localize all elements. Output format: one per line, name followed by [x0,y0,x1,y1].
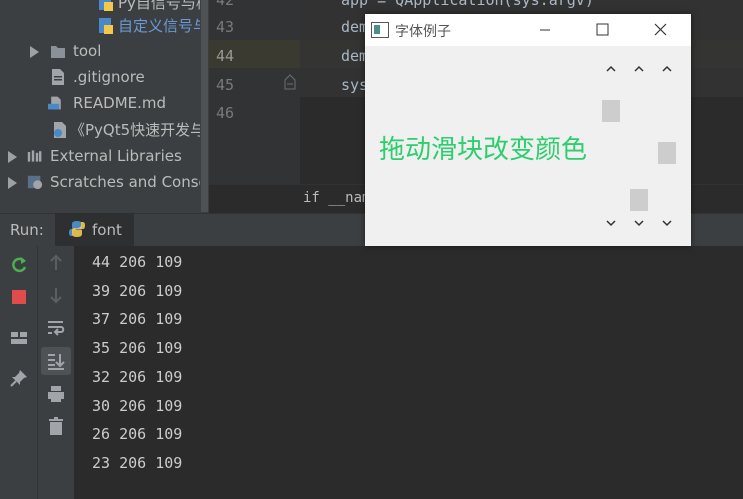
scrollbar-thumb[interactable] [201,0,208,212]
slider-handle[interactable] [630,189,648,212]
green-slider[interactable] [628,60,650,234]
project-tree: Py自信号与槽 自定义信号与 tool .gitignore README.md… [0,0,209,213]
markdown-file-icon [48,96,61,110]
console-line: 23 206 109 [92,454,183,472]
console-line: 37 206 109 [92,310,183,328]
app-icon [371,22,389,38]
line-number: 43 [216,18,235,36]
run-label: Run: [10,221,44,239]
close-icon[interactable] [637,14,683,46]
stop-icon[interactable] [9,287,29,307]
minimize-icon[interactable] [522,14,568,46]
run-tab-label: font [92,221,122,239]
slider-handle[interactable] [602,99,620,122]
arrow-down-icon[interactable] [46,285,66,305]
tree-item-label: Scratches and Console [50,173,209,191]
library-icon [27,150,42,162]
maximize-icon[interactable] [579,14,625,46]
tree-item-label: README.md [73,94,167,112]
chevron-up-icon[interactable] [662,64,672,74]
line-number: 45 [216,76,235,94]
console-line: 26 206 109 [92,425,183,443]
console-line: 35 206 109 [92,339,183,357]
line-number: 42 [216,0,235,9]
project-tree-scrollbar[interactable] [200,0,209,213]
trash-icon[interactable] [46,416,66,436]
slider-handle[interactable] [658,142,676,165]
python-file-icon [99,18,113,34]
console-line: 32 206 109 [92,368,183,386]
expand-arrow-icon[interactable] [8,151,17,163]
scratches-icon [27,175,43,190]
print-icon[interactable] [46,384,66,404]
python-icon [69,221,85,237]
expand-arrow-icon[interactable] [8,177,17,189]
console-line: 39 206 109 [92,282,183,300]
tree-item-book[interactable]: 《PyQt5快速开发与实 [0,117,209,143]
qt-titlebar[interactable]: 字体例子 [365,14,691,46]
fold-marker-icon[interactable] [284,74,296,90]
tree-item-label: 自定义信号与 [118,17,209,35]
tree-item-label: External Libraries [50,147,182,165]
folder-icon [51,46,65,58]
tree-item-label: tool [73,42,102,60]
tree-item-readme[interactable]: README.md [0,90,209,116]
soft-wrap-icon[interactable] [46,318,66,338]
tree-item-gitignore[interactable]: .gitignore [0,64,209,90]
scroll-to-end-icon [48,354,65,370]
red-slider[interactable] [600,60,622,234]
run-toolbar-primary [0,246,38,499]
rerun-icon[interactable] [9,255,29,275]
console-line: 44 206 109 [92,253,183,271]
line-number: 46 [216,104,235,122]
chevron-up-icon[interactable] [606,64,616,74]
tree-item-scratches[interactable]: Scratches and Console [0,169,209,195]
line-number: 44 [216,47,235,65]
tree-item-external-libraries[interactable]: External Libraries [0,143,209,169]
unknown-file-icon [54,122,66,138]
tree-item-label: 《PyQt5快速开发与实 [70,121,209,139]
scroll-to-end-toggle[interactable] [41,347,71,375]
pin-icon[interactable] [9,368,29,388]
python-file-icon [99,0,113,11]
text-file-icon [52,69,64,85]
tree-item-custom-signal[interactable]: 自定义信号与 [0,13,209,39]
expand-arrow-icon[interactable] [30,46,39,58]
arrow-up-icon[interactable] [46,253,66,273]
layout-icon[interactable] [9,328,29,348]
window-title: 字体例子 [395,24,451,40]
chevron-down-icon[interactable] [634,218,644,228]
run-toolbar-secondary [38,246,74,499]
color-label: 拖动滑块改变颜色 [379,135,588,165]
chevron-up-icon[interactable] [634,64,644,74]
console-line: 30 206 109 [92,397,183,415]
chevron-down-icon[interactable] [606,218,616,228]
chevron-down-icon[interactable] [662,218,672,228]
tree-item-label: .gitignore [73,68,145,86]
tree-item-tool[interactable]: tool [0,38,209,64]
code-line: app = QApplication(sys.argv) [341,0,594,9]
qt-window: 字体例子 拖动滑块改变颜色 [365,14,691,246]
blue-slider[interactable] [656,60,678,234]
